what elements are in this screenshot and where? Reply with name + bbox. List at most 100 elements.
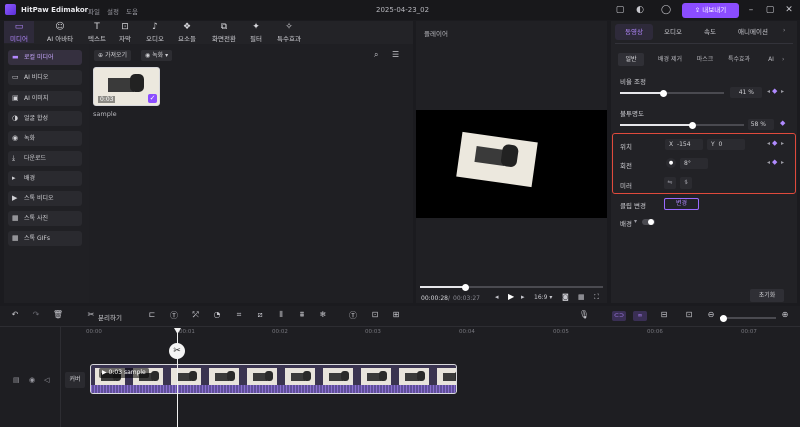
sidebar-item-local-media[interactable]: ▬ 로컬 미디어 (8, 50, 82, 65)
next-frame-icon[interactable]: ▸ (521, 293, 525, 301)
tab-effects[interactable]: ✧ 특수효과 (272, 21, 306, 43)
previous-frame-icon[interactable]: ◂ (495, 293, 499, 301)
tab-video[interactable]: 동영상 (615, 24, 653, 40)
opacity-value[interactable]: 58 % (748, 119, 774, 130)
subtab-effects[interactable]: 특수효과 (722, 53, 756, 66)
tab-audio[interactable]: ♪ 오디오 (142, 21, 168, 43)
playback-progress-handle[interactable] (462, 283, 469, 291)
caption-icon[interactable]: Ⓣ (347, 310, 359, 321)
subtab-bg-remove[interactable]: 배경 제거 (650, 53, 690, 66)
delete-icon[interactable]: 🗑 (52, 310, 64, 319)
marker-icon[interactable]: ⊟ (658, 310, 670, 319)
tab-subtitle[interactable]: ⊡ 자막 (112, 21, 138, 43)
scale-value[interactable]: 41 % (730, 87, 762, 98)
sidebar-item-download[interactable]: ⤓ 다운로드 (8, 151, 82, 166)
magnet-icon[interactable]: ⊂⊃ (612, 311, 626, 321)
subtab-mask[interactable]: 마스크 (692, 53, 718, 66)
zoom-slider-handle[interactable] (720, 314, 727, 322)
cover-button[interactable]: 커버 (65, 372, 85, 388)
text-tool-icon[interactable]: Ⓣ (168, 310, 180, 321)
keyframe-icon[interactable]: ◆ (780, 119, 785, 127)
maximize-icon[interactable]: ▢ (764, 4, 776, 16)
menu-help[interactable]: 도움 (126, 6, 138, 16)
subtab-general[interactable]: 일반 (618, 53, 644, 66)
tab-ai-avatar[interactable]: ☺ AI 아바타 (42, 21, 78, 43)
position-y-field[interactable]: Y 0 (707, 139, 745, 150)
freeze-icon[interactable]: ⧄ (254, 310, 266, 320)
sidebar-item-record[interactable]: ◉ 녹화 (8, 131, 82, 146)
tab-elements[interactable]: ❖ 요소들 (173, 21, 201, 43)
position-x-field[interactable]: X -154 (665, 139, 703, 150)
mask-icon[interactable]: ⊏ (146, 310, 158, 319)
next-keyframe-icon[interactable]: ▸ (781, 159, 784, 166)
rotation-field[interactable]: 8° (680, 158, 708, 169)
video-clip[interactable]: ▶ 0:03 sample (90, 364, 457, 394)
menu-settings[interactable]: 설정 (107, 6, 119, 16)
tab-text[interactable]: T 텍스트 (84, 21, 110, 43)
tab-speed[interactable]: 속도 (694, 24, 726, 40)
link-icon[interactable]: ∞ (633, 311, 647, 321)
menu-file[interactable]: 파일 (88, 6, 100, 16)
play-icon[interactable]: ▶ (508, 292, 514, 301)
mute-icon[interactable]: ◁ (44, 376, 49, 384)
crop-icon[interactable]: ⌗ (233, 310, 245, 320)
tab-filter[interactable]: ✦ 필터 (244, 21, 268, 43)
video-preview[interactable] (416, 110, 607, 218)
tab-audio-props[interactable]: 오디오 (656, 24, 690, 40)
prev-keyframe-icon[interactable]: ◂ (767, 159, 770, 166)
tab-animation[interactable]: 애니메이션 (730, 24, 776, 40)
sidebar-item-face-swap[interactable]: ◑ 얼굴 합성 (8, 111, 82, 126)
playback-progress[interactable] (420, 283, 603, 291)
speed-icon[interactable]: ◔ (211, 310, 223, 319)
prev-keyframe-icon[interactable]: ◂ (767, 88, 770, 95)
zoom-slider[interactable] (720, 314, 776, 322)
background-toggle[interactable] (642, 219, 655, 225)
scale-slider[interactable] (620, 89, 724, 97)
reset-button[interactable]: 초기화 (750, 289, 784, 302)
flip-horizontal-icon[interactable]: ⇋ (664, 177, 676, 189)
import-button[interactable]: ⊕ 가져오기 (94, 50, 132, 61)
track-settings-icon[interactable]: ▤ (13, 376, 20, 384)
tab-media[interactable]: ▭ 미디어 (4, 21, 34, 43)
eye-icon[interactable]: ◉ (29, 376, 35, 384)
scale-slider-handle[interactable] (660, 89, 667, 97)
tab-transition[interactable]: ⧉ 화면전환 (206, 21, 242, 43)
snapshot-icon[interactable]: ◙ (562, 293, 569, 301)
snowflake-icon[interactable]: ❄ (317, 310, 329, 319)
microphone-icon[interactable]: 🎙 (578, 310, 590, 319)
chevron-right-icon[interactable]: › (783, 27, 785, 34)
scissors-icon[interactable]: ✂ (169, 343, 185, 359)
sidebar-item-ai-image[interactable]: ▣ AI 이미지 (8, 91, 82, 106)
split-button[interactable]: 분리하기 (98, 312, 122, 322)
export-clip-icon[interactable]: ⊞ (390, 310, 402, 319)
account-icon[interactable]: ◯ (660, 4, 672, 16)
sidebar-item-ai-video[interactable]: ▭ AI 비디오 (8, 70, 82, 85)
change-clip-button[interactable]: 변경 (664, 198, 699, 210)
flip-vertical-icon[interactable]: ⥮ (680, 177, 692, 189)
feedback-icon[interactable]: ▢ (614, 4, 626, 16)
export-button[interactable]: ⇪ 내보내기 (682, 3, 739, 18)
next-keyframe-icon[interactable]: ▸ (781, 88, 784, 95)
split-icon[interactable]: ✂ (85, 310, 97, 319)
chevron-down-icon[interactable]: ▾ (634, 218, 637, 225)
adjust-icon[interactable]: ⩩ (296, 310, 308, 320)
aspect-ratio-dropdown[interactable]: 16:9 ▾ (534, 294, 552, 301)
keyframe-icon[interactable]: ◆ (772, 139, 777, 147)
prev-keyframe-icon[interactable]: ◂ (767, 140, 770, 147)
keyframe-icon[interactable]: ◆ (772, 87, 777, 95)
theme-icon[interactable]: ◐ (634, 4, 646, 16)
sidebar-item-stock-gifs[interactable]: ▦ 스톡 GIFs (8, 231, 82, 246)
redo-icon[interactable]: ↷ (30, 310, 42, 319)
next-keyframe-icon[interactable]: ▸ (781, 140, 784, 147)
sidebar-item-stock-video[interactable]: ▶ 스톡 비디오 (8, 191, 82, 206)
undo-icon[interactable]: ↶ (9, 310, 21, 319)
remove-bg-icon[interactable]: ⤱ (190, 310, 202, 320)
rotation-dial-icon[interactable]: ● (666, 158, 676, 168)
sort-icon[interactable]: ☰ (392, 50, 399, 59)
sidebar-item-background[interactable]: ▸ 배경 (8, 171, 82, 186)
opacity-slider[interactable] (620, 121, 744, 129)
mirror-icon[interactable]: ⫴ (275, 310, 287, 320)
keyframe-icon[interactable]: ◆ (772, 158, 777, 166)
quality-icon[interactable]: ▦ (578, 293, 585, 301)
close-icon[interactable]: ✕ (783, 4, 795, 16)
